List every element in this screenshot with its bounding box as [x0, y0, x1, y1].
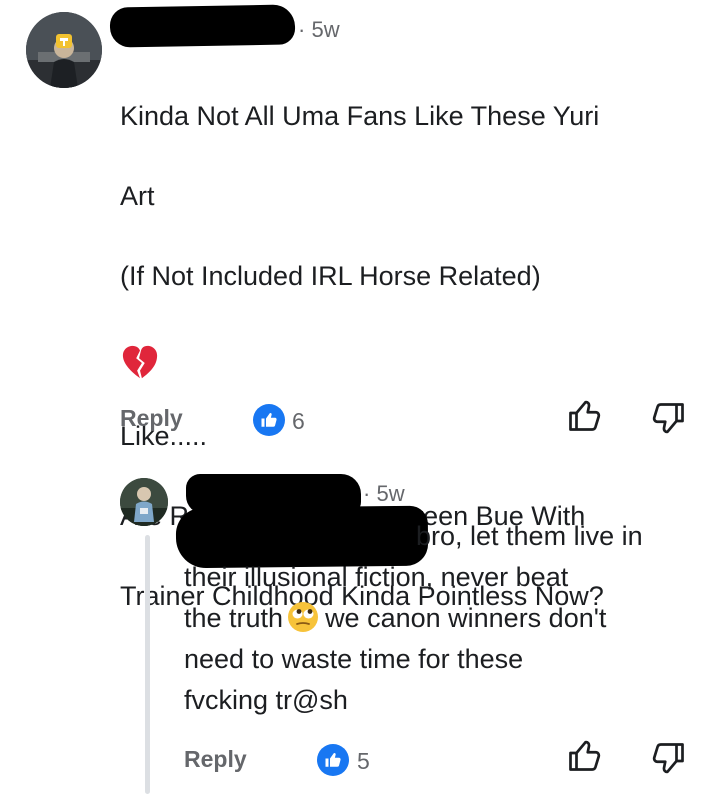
- reply-line: need to waste time for these: [184, 644, 524, 674]
- reply-text-fragment: we canon winners don't: [325, 603, 607, 633]
- comment-line: Kinda Not All Uma Fans Like These Yuri: [120, 101, 600, 131]
- comment-line: [120, 336, 710, 376]
- face-with-rolling-eyes-icon: [288, 602, 319, 632]
- reply-line: bro, let them live in: [416, 521, 643, 551]
- commenter-avatar[interactable]: [26, 12, 102, 88]
- reply-button[interactable]: Reply: [184, 746, 247, 773]
- thumbs-down-outline-icon[interactable]: [651, 400, 687, 436]
- thumbs-up-icon: [261, 412, 277, 427]
- reply-timestamp[interactable]: · 5w: [363, 481, 405, 507]
- like-count: 5: [357, 748, 370, 774]
- thread-line: [145, 535, 150, 794]
- like-count: 6: [292, 408, 305, 434]
- timestamp-text: 5w: [311, 17, 340, 42]
- comment-line: Art: [120, 181, 155, 211]
- broken-heart-icon: [122, 345, 158, 379]
- reply-line: fvcking tr@sh: [184, 685, 348, 715]
- thumbs-up-icon: [325, 752, 341, 767]
- thumbs-up-outline-icon[interactable]: [566, 738, 602, 774]
- reply-line: the truth we canon winners don't: [184, 598, 714, 639]
- avatar-image: [26, 12, 102, 88]
- like-reaction-badge[interactable]: [317, 744, 349, 776]
- comment-timestamp[interactable]: · 5w: [298, 17, 340, 43]
- reply-body: bro, let them live in their illusional f…: [184, 516, 714, 721]
- like-reaction-badge[interactable]: [253, 404, 285, 436]
- avatar-image: [120, 478, 168, 526]
- reply-line: their illusional fiction, never beat: [184, 562, 569, 592]
- replier-avatar[interactable]: [120, 478, 168, 526]
- reply-text-fragment: the truth: [184, 603, 284, 633]
- comment-line: Like.....: [120, 421, 208, 451]
- thumbs-up-outline-icon[interactable]: [566, 398, 602, 434]
- reply-button[interactable]: Reply: [120, 405, 183, 432]
- timestamp-text: 5w: [376, 481, 405, 506]
- redacted-username: [109, 4, 296, 48]
- thumbs-down-outline-icon[interactable]: [651, 740, 687, 776]
- comment-line: (If Not Included IRL Horse Related): [120, 261, 541, 291]
